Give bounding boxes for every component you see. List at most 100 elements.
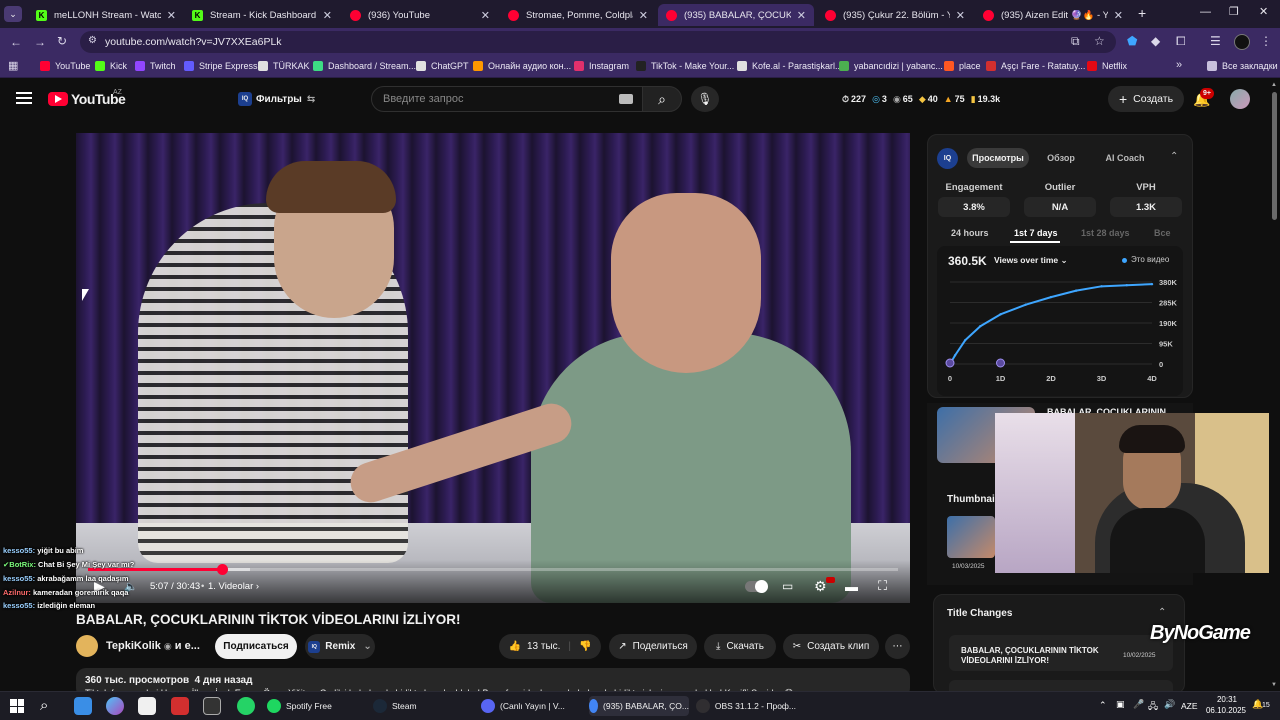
bookmark-item[interactable]: Twitch	[135, 61, 176, 71]
guide-menu-icon[interactable]	[16, 92, 32, 104]
all-bookmarks-button[interactable]: Все закладки	[1207, 61, 1278, 71]
scroll-up-icon[interactable]: ▲	[1271, 82, 1277, 88]
apps-grid-icon[interactable]: ▦	[8, 59, 18, 72]
browser-tab[interactable]: KmeLLONH Stream - Watch Live ✕	[28, 4, 184, 26]
back-icon[interactable]: ←	[10, 35, 22, 49]
taskbar-app[interactable]: Spotify Free	[267, 696, 362, 716]
scroll-down-icon[interactable]: ▼	[1271, 682, 1277, 688]
new-tab-icon[interactable]: +	[1138, 5, 1146, 21]
bookmark-item[interactable]: place	[944, 61, 981, 71]
series-point[interactable]	[1049, 295, 1053, 299]
windows-start-icon[interactable]	[10, 699, 24, 713]
taskbar-app[interactable]: (Canlı Yayın | V...	[481, 696, 581, 716]
media-app-icon[interactable]	[171, 697, 189, 715]
tab-search-icon[interactable]: ⌄	[4, 6, 22, 22]
reading-list-icon[interactable]: ☰	[1210, 34, 1221, 48]
more-actions-button[interactable]: ⋯	[885, 634, 910, 659]
browser-tab[interactable]: (935) Aizen Edit 🔮🔥 - YouTub ✕	[975, 4, 1131, 26]
profile-avatar[interactable]	[1234, 34, 1250, 50]
clock-time[interactable]: 20:31	[1213, 695, 1241, 704]
scrollbar-thumb[interactable]	[1272, 92, 1277, 220]
tab-ai-coach[interactable]: AI Coach	[1095, 148, 1155, 168]
taskbar-app[interactable]: Steam	[373, 696, 468, 716]
create-button[interactable]: + Создать	[1108, 86, 1184, 112]
extension-icon[interactable]: ◆	[1151, 34, 1160, 48]
bookmark-item[interactable]: Kick	[95, 61, 127, 71]
settings-gear-icon[interactable]: ⚙	[814, 578, 827, 595]
channel-avatar[interactable]	[76, 635, 98, 657]
series-point[interactable]	[1100, 285, 1103, 288]
series-point[interactable]	[1024, 303, 1027, 306]
video-player[interactable]	[76, 133, 910, 603]
bookmark-item[interactable]: TikTok - Make Your...	[636, 61, 734, 71]
tray-chevron-icon[interactable]: ⌃	[1099, 700, 1107, 711]
bookmark-star-icon[interactable]: ☆	[1094, 34, 1105, 48]
voice-search-button[interactable]: 🎙	[691, 86, 719, 112]
install-app-icon[interactable]: ⧉	[1071, 34, 1080, 49]
time-tab-all[interactable]: Все	[1154, 228, 1171, 238]
autoplay-toggle[interactable]	[745, 580, 768, 593]
bookmark-item[interactable]: Instagram	[574, 61, 629, 71]
time-tab-7d[interactable]: 1st 7 days	[1014, 228, 1058, 238]
series-point[interactable]	[1075, 289, 1078, 292]
close-tab-icon[interactable]: ✕	[1114, 9, 1123, 22]
collapse-chevron-icon[interactable]: ⌃	[1170, 151, 1178, 162]
extension-shield-icon[interactable]: ⬟	[1127, 34, 1137, 48]
tab-views[interactable]: Просмотры	[967, 148, 1029, 168]
tray-mic-icon[interactable]: 🎤	[1133, 699, 1144, 710]
share-button[interactable]: ↗ Поделиться	[609, 634, 697, 659]
fullscreen-icon[interactable]: ⛶	[878, 578, 887, 594]
close-tab-icon[interactable]: ✕	[323, 9, 332, 22]
remix-button[interactable]: IQ Remix ⌄	[305, 634, 375, 659]
close-tab-icon[interactable]: ✕	[639, 9, 648, 22]
more-bookmarks-icon[interactable]: »	[1176, 59, 1182, 71]
taskbar-app[interactable]: (935) BABALAR, ÇO...	[589, 696, 689, 716]
taskbar-app[interactable]: OBS 31.1.2 - Проф...	[696, 696, 796, 716]
browser-tab[interactable]: (936) YouTube ✕	[342, 4, 498, 26]
browser-tab[interactable]: Stromae, Pomme, Coldplay - "M ✕	[500, 4, 656, 26]
bookmark-item[interactable]: Stripe Express	[184, 61, 258, 71]
tab-overview[interactable]: Обзор	[1035, 148, 1087, 168]
download-button[interactable]: ⤓ Скачать	[704, 634, 776, 659]
clip-button[interactable]: ✂ Создать клип	[783, 634, 879, 659]
close-tab-icon[interactable]: ✕	[481, 9, 490, 22]
progress-bar[interactable]	[88, 564, 898, 575]
bookmark-item[interactable]: Aşçı Fare - Ratatuy...	[986, 61, 1085, 71]
reload-icon[interactable]: ↻	[57, 34, 67, 48]
series-point[interactable]	[1125, 284, 1128, 287]
bookmark-item[interactable]: Netflix	[1087, 61, 1127, 71]
subscribe-button[interactable]: Подписаться	[215, 634, 297, 659]
bookmark-item[interactable]: ChatGPT	[416, 61, 469, 71]
browser-tab[interactable]: (935) BABALAR, ÇOCUKLARINI ✕	[658, 4, 814, 26]
forward-icon[interactable]: →	[34, 35, 46, 49]
copilot-icon[interactable]	[106, 697, 124, 715]
site-info-icon[interactable]: ⚙	[88, 35, 97, 46]
vidiq-stats-bar[interactable]: ⏱ 227 ◎ 3 ◉ 65 ◆ 40 ▲ 75 ▮ 19.3k	[842, 88, 1006, 110]
views-select[interactable]: Views over time ⌄	[994, 255, 1068, 266]
capcut-icon[interactable]	[203, 697, 221, 715]
like-count[interactable]: 13 тыс.	[527, 641, 560, 652]
taskbar-search-icon[interactable]: ⌕	[40, 697, 48, 714]
tray-app-icon[interactable]: ▣	[1116, 699, 1125, 710]
tray-volume-icon[interactable]: 🔊	[1164, 699, 1175, 710]
channel-name[interactable]: TepkiKolik ◉ и е...	[106, 640, 200, 652]
chrome-menu-icon[interactable]: ⋮	[1260, 34, 1272, 48]
minimize-icon[interactable]: —	[1200, 6, 1211, 18]
thumbnail-preview[interactable]	[947, 516, 995, 558]
scrubber-handle[interactable]	[216, 564, 228, 575]
close-tab-icon[interactable]: ✕	[167, 9, 176, 22]
browser-tab[interactable]: (935) Çukur 22. Bölüm - YouTub ✕	[817, 4, 973, 26]
file-explorer-icon[interactable]	[74, 697, 92, 715]
chapter-button[interactable]: 1. Videolar ›	[208, 581, 259, 592]
time-tab-28d[interactable]: 1st 28 days	[1081, 228, 1130, 238]
restore-icon[interactable]: ❐	[1229, 5, 1239, 18]
bookmark-item[interactable]: YouTube	[40, 61, 90, 71]
dislike-icon[interactable]: 👎	[579, 641, 591, 652]
clock-date[interactable]: 06.10.2025	[1203, 706, 1249, 715]
event-marker[interactable]	[945, 358, 955, 368]
extensions-puzzle-icon[interactable]: ⧠	[1176, 34, 1186, 49]
event-marker[interactable]	[996, 358, 1005, 368]
keyboard-language[interactable]: AZE	[1181, 701, 1198, 711]
bookmark-item[interactable]: Kofe.al - Parastişkarl...	[737, 61, 843, 71]
bookmark-item[interactable]: Онлайн аудио кон...	[473, 61, 571, 71]
